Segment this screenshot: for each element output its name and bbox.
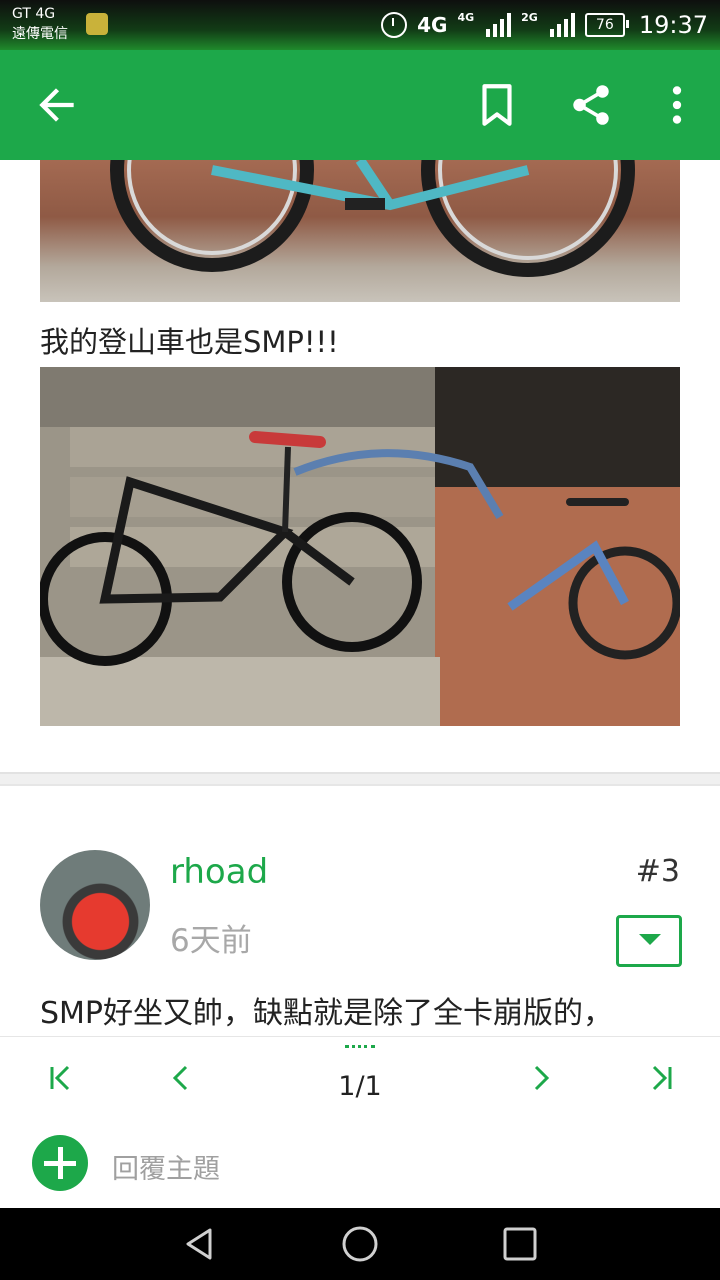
status-icons: 4G 4G 2G 76 19:37 [381, 8, 708, 42]
post-image-mountain-bike[interactable] [40, 367, 680, 726]
nav-back-icon[interactable] [180, 1224, 220, 1264]
share-icon[interactable] [566, 80, 616, 130]
more-icon[interactable] [652, 80, 702, 130]
carrier-network: GT 4G [12, 6, 56, 22]
alarm-icon [381, 12, 408, 38]
nav-recent-apps-icon[interactable] [500, 1224, 540, 1264]
add-reply-button[interactable] [32, 1135, 88, 1191]
battery-level: 76 [595, 17, 614, 33]
network-type-label-2g: 2G [521, 10, 538, 24]
signal-icon [486, 13, 512, 37]
network-type-label: 4G [417, 13, 448, 37]
avatar[interactable] [40, 850, 150, 960]
notification-icon [86, 13, 108, 35]
carrier-info: GT 4G 遠傳電信 [12, 4, 68, 44]
app-bar [0, 50, 720, 160]
pagination-bar: 1/1 [0, 1036, 720, 1120]
username[interactable]: rhoad [170, 852, 268, 892]
system-nav-bar [0, 1208, 720, 1280]
post-divider [0, 772, 720, 786]
bookmark-icon[interactable] [472, 80, 522, 130]
next-page-icon[interactable] [524, 1061, 558, 1095]
signal-icon-2 [549, 13, 575, 37]
last-page-icon[interactable] [644, 1061, 678, 1095]
page-dots [345, 1045, 375, 1054]
battery-icon: 76 [584, 13, 629, 37]
back-icon[interactable] [32, 80, 82, 130]
thread-content[interactable]: 我的登山車也是SMP!!! rhoad 6天前 #3 SMP好坐又帥，缺點就是除… [0, 160, 720, 1036]
post-body: SMP好坐又帥，缺點就是除了全卡崩版的， [40, 996, 614, 1031]
post-menu-button[interactable] [616, 915, 682, 967]
reply-bar: 回覆主題 [0, 1119, 720, 1208]
post-time: 6天前 [170, 923, 252, 959]
network-type-label-small: 4G [457, 10, 475, 24]
nav-home-icon[interactable] [340, 1224, 380, 1264]
status-bar: GT 4G 遠傳電信 4G 4G 2G 76 19:37 [0, 0, 720, 50]
carrier-name: 遠傳電信 [12, 26, 68, 42]
post-image-road-bike[interactable] [40, 160, 680, 302]
clock: 19:37 [638, 11, 708, 39]
reply-input[interactable]: 回覆主題 [112, 1147, 220, 1186]
page-indicator[interactable]: 1/1 [0, 1071, 720, 1102]
post-caption: 我的登山車也是SMP!!! [40, 325, 339, 359]
post-number: #3 [635, 854, 680, 889]
